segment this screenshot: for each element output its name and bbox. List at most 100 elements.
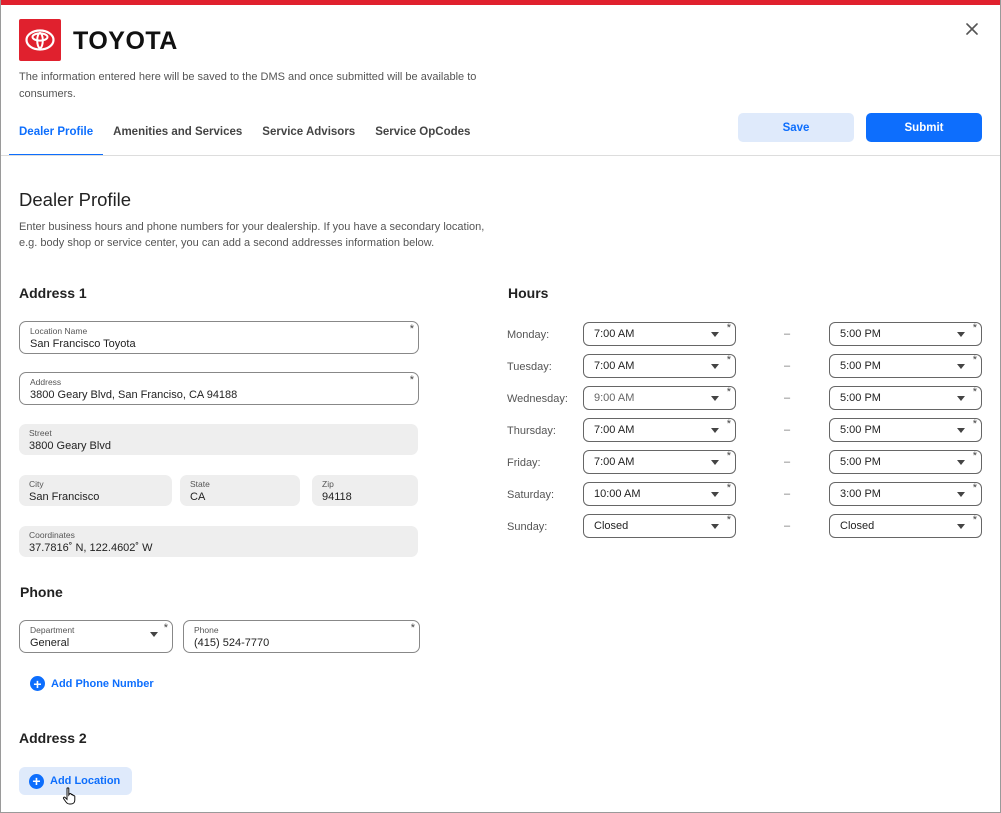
- hours-heading: Hours: [508, 285, 549, 301]
- phone-label: Phone: [194, 625, 219, 635]
- tab-amenities-and-services[interactable]: Amenities and Services: [103, 118, 252, 156]
- chevron-down-icon: [957, 332, 965, 337]
- required-mark: *: [726, 322, 731, 334]
- page-intro: Enter business hours and phone numbers f…: [19, 221, 485, 249]
- required-mark: *: [726, 450, 731, 462]
- location-name-label: Location Name: [30, 326, 88, 336]
- coordinates-label: Coordinates: [29, 530, 75, 540]
- chevron-down-icon: [957, 460, 965, 465]
- time-separator: –: [784, 424, 791, 436]
- page-title: Dealer Profile: [19, 189, 132, 210]
- add-phone-number-button[interactable]: + Add Phone Number: [30, 676, 154, 691]
- submit-button[interactable]: Submit: [866, 113, 982, 142]
- required-mark: *: [726, 418, 731, 430]
- chevron-down-icon: [711, 396, 719, 401]
- day-label: Saturday:: [507, 489, 555, 501]
- open-time-select[interactable]: 7:00 AM *: [583, 354, 736, 378]
- open-time-select[interactable]: 7:00 AM *: [583, 418, 736, 442]
- day-label: Tuesday:: [507, 361, 552, 373]
- close-time-select[interactable]: 5:00 PM *: [829, 354, 982, 378]
- close-time-select[interactable]: 5:00 PM *: [829, 386, 982, 410]
- open-time-value: Closed: [594, 520, 629, 532]
- chevron-down-icon: [957, 524, 965, 529]
- tab-dealer-profile[interactable]: Dealer Profile: [9, 118, 104, 156]
- street-label: Street: [29, 428, 52, 438]
- close-time-select[interactable]: 5:00 PM *: [829, 322, 982, 346]
- add-location-label: Add Location: [50, 775, 121, 787]
- dms-notice: The information entered here will be sav…: [19, 71, 477, 100]
- add-phone-number-label: Add Phone Number: [51, 677, 154, 690]
- department-select[interactable]: Department General *: [19, 620, 173, 653]
- open-time-select[interactable]: 9:00 AM *: [583, 386, 736, 410]
- coordinates-field: Coordinates 37.7816˚ N, 122.4602˚ W: [19, 526, 418, 557]
- required-mark: *: [409, 374, 414, 386]
- required-mark: *: [972, 354, 977, 366]
- day-label: Monday:: [507, 329, 550, 341]
- day-label: Wednesday:: [507, 393, 568, 405]
- street-value: 3800 Geary Blvd: [29, 440, 111, 452]
- tab-service-advisors[interactable]: Service Advisors: [252, 118, 365, 156]
- department-label: Department: [30, 625, 75, 635]
- department-value: General: [30, 637, 70, 649]
- address-field[interactable]: Address 3800 Geary Blvd, San Franciso, C…: [19, 372, 419, 405]
- day-label: Thursday:: [507, 425, 556, 437]
- close-icon[interactable]: [959, 16, 985, 42]
- open-time-select[interactable]: 7:00 AM *: [583, 322, 736, 346]
- plus-circle-icon: +: [29, 773, 44, 789]
- close-time-select[interactable]: 5:00 PM *: [829, 450, 982, 474]
- day-label: Friday:: [507, 457, 541, 469]
- state-label: State: [190, 479, 210, 489]
- plus-circle-icon: +: [30, 676, 45, 691]
- chevron-down-icon: [711, 364, 719, 369]
- close-time-value: 5:00 PM: [840, 456, 881, 468]
- chevron-down-icon: [711, 428, 719, 433]
- chevron-down-icon: [957, 396, 965, 401]
- state-value: CA: [190, 491, 206, 503]
- close-time-value: 3:00 PM: [840, 488, 881, 500]
- required-mark: *: [972, 514, 977, 526]
- phone-field[interactable]: Phone (415) 524-7770 *: [183, 620, 420, 653]
- required-mark: *: [409, 323, 414, 335]
- required-mark: *: [726, 514, 731, 526]
- time-separator: –: [784, 360, 791, 372]
- open-time-value: 7:00 AM: [594, 328, 635, 340]
- open-time-select[interactable]: 10:00 AM *: [583, 482, 736, 506]
- hand-pointer-icon: [62, 787, 78, 810]
- close-time-select[interactable]: Closed *: [829, 514, 982, 538]
- coordinates-value: 37.7816˚ N, 122.4602˚ W: [29, 542, 153, 554]
- chevron-down-icon: [711, 460, 719, 465]
- state-field: State CA: [180, 475, 300, 506]
- city-field: City San Francisco: [19, 475, 172, 506]
- address1-heading: Address 1: [19, 285, 87, 301]
- phone-heading: Phone: [20, 584, 63, 600]
- open-time-value: 7:00 AM: [594, 424, 635, 436]
- chevron-down-icon: [957, 428, 965, 433]
- open-time-select[interactable]: 7:00 AM *: [583, 450, 736, 474]
- location-name-value: San Francisco Toyota: [30, 338, 136, 350]
- chevron-down-icon: [711, 524, 719, 529]
- address2-heading: Address 2: [19, 730, 87, 746]
- city-value: San Francisco: [29, 491, 100, 503]
- open-time-select[interactable]: Closed *: [583, 514, 736, 538]
- tab-service-opcodes[interactable]: Service OpCodes: [365, 118, 480, 156]
- required-mark: *: [972, 418, 977, 430]
- address-value: 3800 Geary Blvd, San Franciso, CA 94188: [30, 389, 238, 401]
- save-button[interactable]: Save: [738, 113, 854, 142]
- required-mark: *: [972, 482, 977, 494]
- time-separator: –: [784, 392, 791, 404]
- open-time-value: 10:00 AM: [594, 488, 641, 500]
- required-mark: *: [410, 622, 415, 634]
- brand-top-bar: [1, 0, 1000, 5]
- close-time-select[interactable]: 3:00 PM *: [829, 482, 982, 506]
- close-time-value: 5:00 PM: [840, 360, 881, 372]
- location-name-field[interactable]: Location Name San Francisco Toyota *: [19, 321, 419, 354]
- address-label: Address: [30, 377, 62, 387]
- phone-value: (415) 524-7770: [194, 637, 270, 649]
- open-time-value: 7:00 AM: [594, 456, 635, 468]
- close-time-select[interactable]: 5:00 PM *: [829, 418, 982, 442]
- required-mark: *: [726, 354, 731, 366]
- chevron-down-icon: [957, 364, 965, 369]
- time-separator: –: [784, 328, 791, 340]
- chevron-down-icon: [711, 492, 719, 497]
- time-separator: –: [784, 520, 791, 532]
